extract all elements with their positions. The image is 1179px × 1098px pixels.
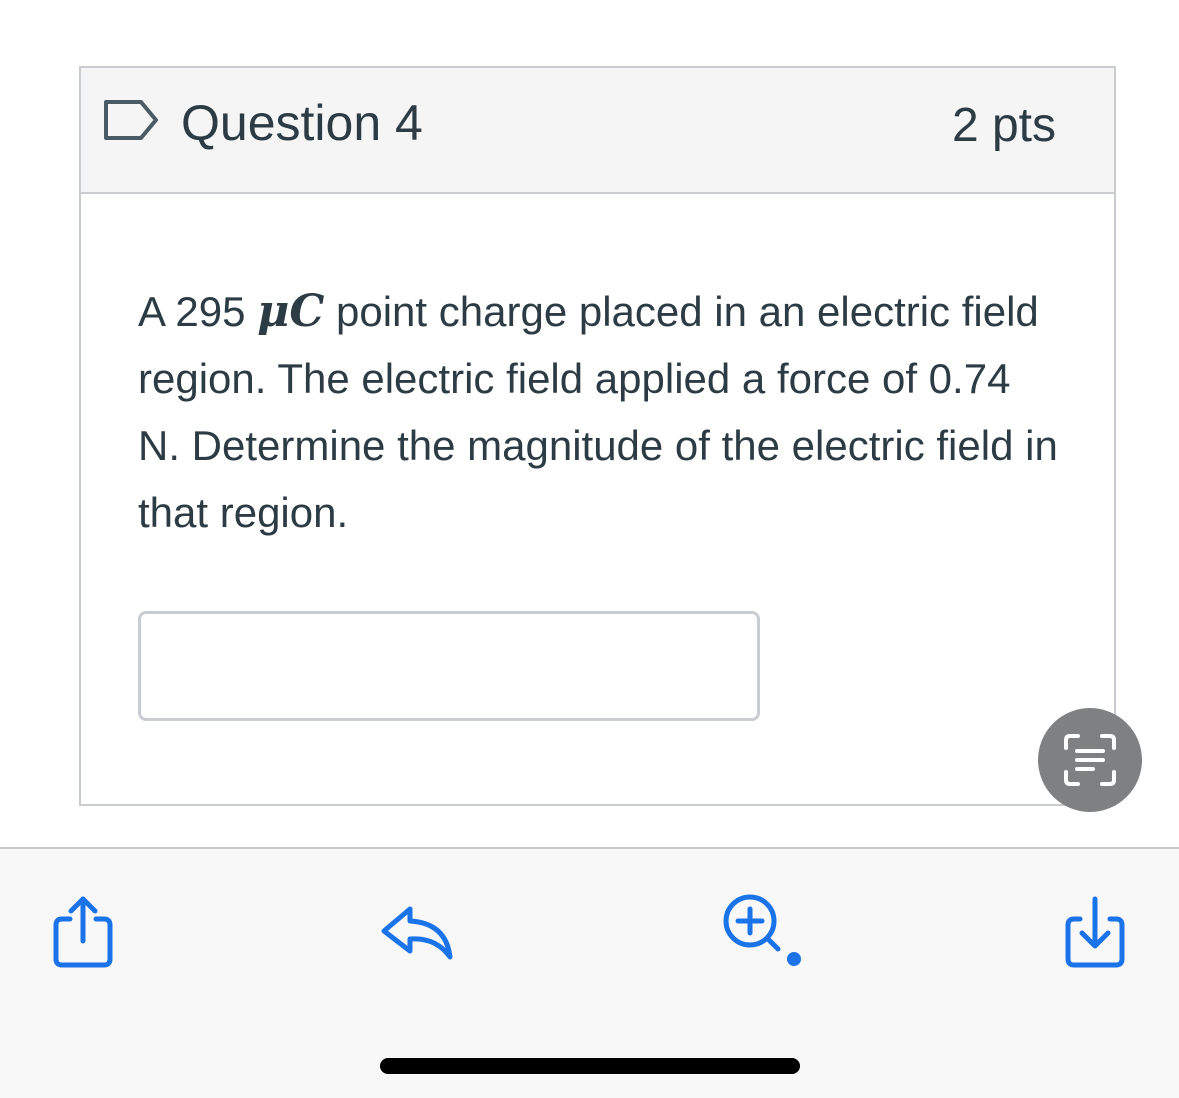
- page: Question 4 2 pts A 295 μC point charge p…: [0, 0, 1179, 1098]
- math-unit: μC: [257, 286, 325, 337]
- flag-question-icon[interactable]: [103, 98, 161, 142]
- question-text-start: A 295: [138, 288, 258, 335]
- reply-icon[interactable]: [374, 891, 464, 981]
- save-download-icon[interactable]: [1050, 889, 1140, 979]
- share-icon[interactable]: [38, 889, 128, 979]
- answer-input[interactable]: [138, 611, 760, 721]
- zoom-in-icon[interactable]: [712, 889, 802, 979]
- home-indicator: [380, 1058, 800, 1074]
- question-points: 2 pts: [951, 99, 1056, 152]
- bottom-toolbar: [0, 849, 1179, 1098]
- live-text-icon: [1064, 734, 1116, 786]
- question-title: Question 4: [181, 95, 423, 151]
- live-text-button[interactable]: [1038, 708, 1142, 812]
- question-card: Question 4 2 pts A 295 μC point charge p…: [79, 66, 1116, 806]
- question-header: Question 4 2 pts: [81, 68, 1114, 194]
- question-text: A 295 μC point charge placed in an elect…: [138, 278, 1058, 546]
